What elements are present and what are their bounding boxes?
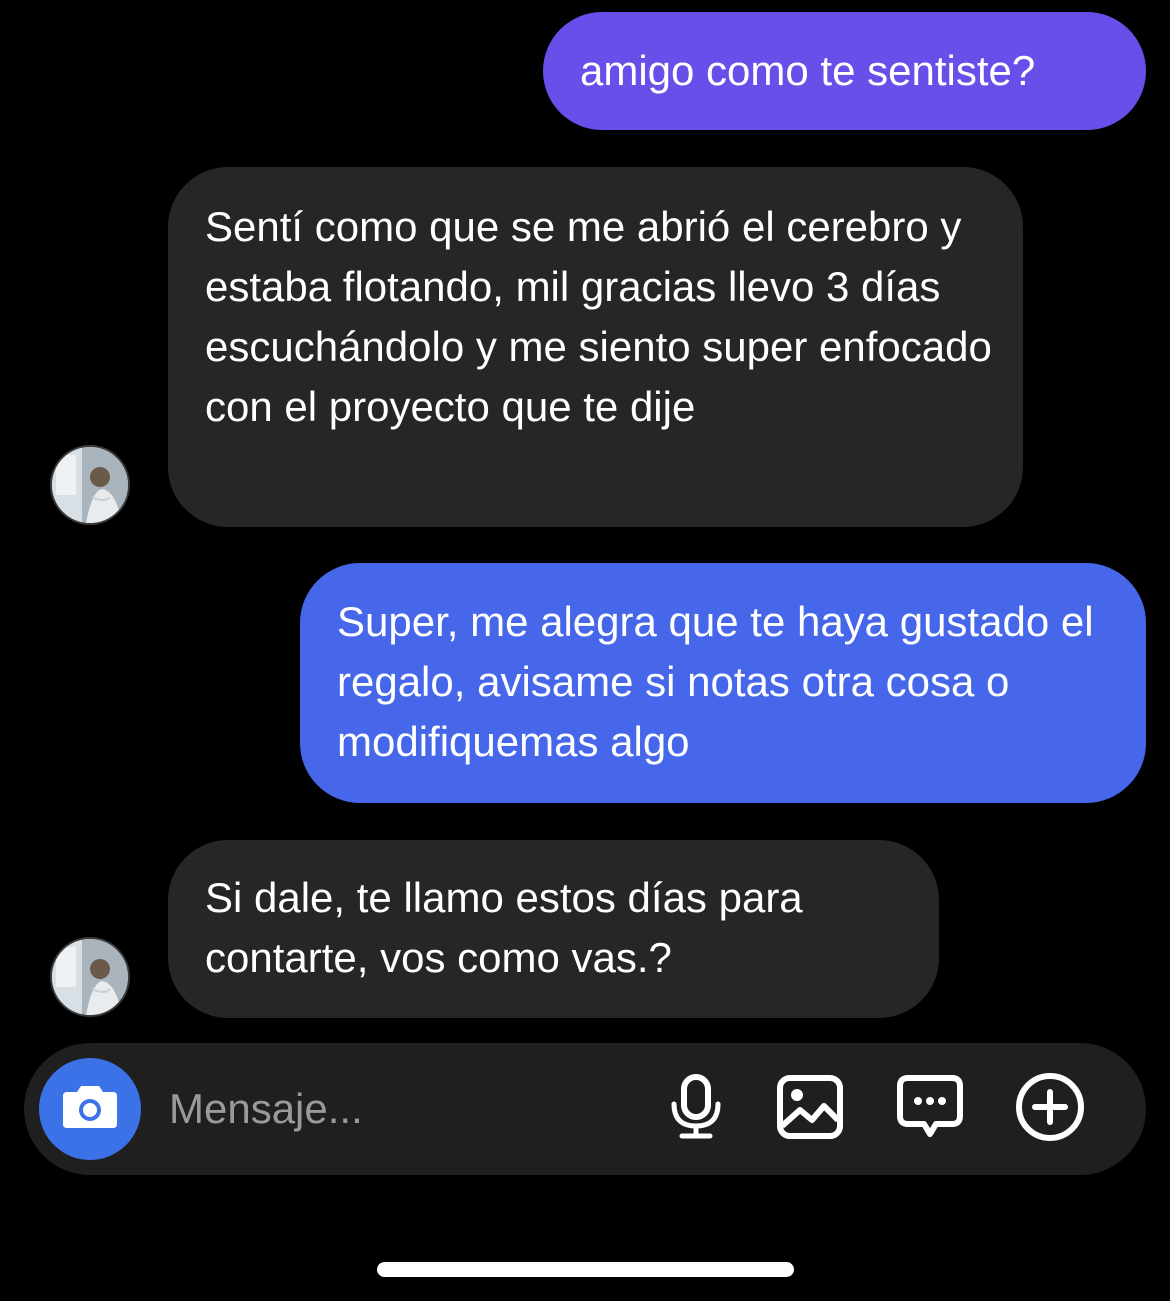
message-bubble-outgoing[interactable]: Super, me alegra que te haya gustado el … bbox=[300, 563, 1146, 803]
message-composer bbox=[24, 1043, 1146, 1175]
avatar[interactable] bbox=[50, 445, 130, 525]
avatar[interactable] bbox=[50, 937, 130, 1017]
more-options-button[interactable] bbox=[1014, 1072, 1086, 1147]
message-bubble-incoming[interactable]: Si dale, te llamo estos días para contar… bbox=[168, 840, 939, 1018]
microphone-icon bbox=[668, 1073, 724, 1145]
voice-message-button[interactable] bbox=[660, 1073, 732, 1145]
chat-bubble-icon bbox=[896, 1074, 964, 1145]
camera-button[interactable] bbox=[39, 1058, 141, 1160]
message-bubble-outgoing[interactable]: amigo como te sentiste? bbox=[543, 12, 1146, 130]
message-input[interactable] bbox=[169, 1079, 629, 1139]
camera-icon bbox=[61, 1084, 119, 1135]
image-icon bbox=[776, 1074, 844, 1145]
sticker-button[interactable] bbox=[894, 1073, 966, 1145]
plus-circle-icon bbox=[1015, 1072, 1085, 1147]
message-bubble-incoming[interactable]: Sentí como que se me abrió el cerebro y … bbox=[168, 167, 1023, 527]
home-indicator[interactable] bbox=[377, 1262, 794, 1277]
gallery-button[interactable] bbox=[774, 1073, 846, 1145]
